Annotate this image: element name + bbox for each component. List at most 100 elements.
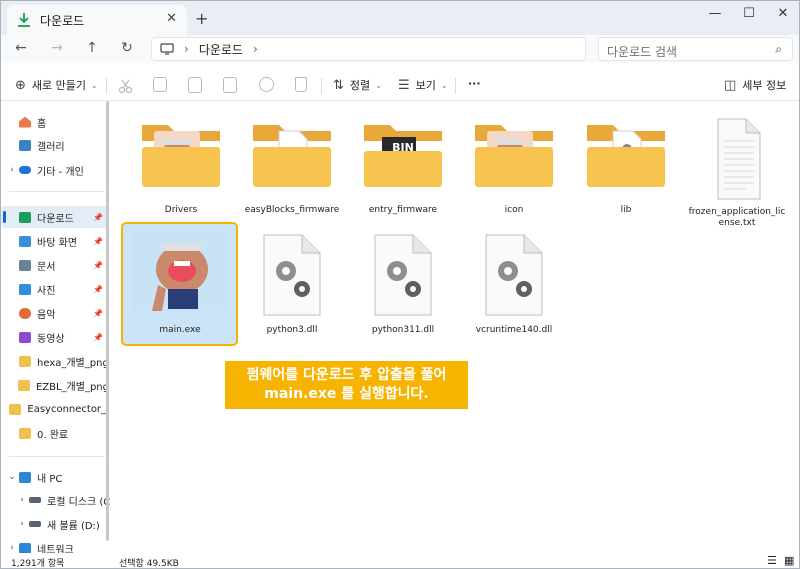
file-item-python311-dll[interactable]: python311.dll (351, 233, 455, 339)
details-view-icon[interactable]: ☰ (767, 554, 777, 567)
sidebar-item-desktop[interactable]: 바탕 화면 📌 (1, 230, 109, 252)
navigation-bar: ← → ↑ ↻ › 다운로드 › 다운로드 검색 ⌕ (1, 35, 799, 63)
breadcrumb-separator[interactable]: › (253, 42, 258, 56)
delete-icon[interactable] (295, 77, 307, 92)
callout-line: main.exe 를 실행합니다. (264, 386, 429, 402)
status-bar: 1,291개 항목 선택함 49.5KB ☰ ▦ (1, 553, 799, 568)
sidebar-scrollbar[interactable] (106, 101, 109, 541)
search-placeholder: 다운로드 검색 (607, 45, 678, 59)
sidebar-item-documents[interactable]: 문서 📌 (1, 254, 109, 276)
close-tab-icon[interactable]: ✕ (166, 11, 177, 26)
chevron-right-icon[interactable]: › (5, 543, 19, 553)
breadcrumb-downloads[interactable]: 다운로드 (199, 41, 243, 58)
folder-icon (475, 125, 553, 187)
sidebar-item-gallery[interactable]: 갤러리 (1, 134, 109, 156)
file-item-icon[interactable]: icon (462, 117, 566, 219)
sidebar-item-videos[interactable]: 동영상 📌 (1, 326, 109, 348)
share-icon[interactable] (259, 77, 274, 92)
sidebar-item-pictures[interactable]: 사진 📌 (1, 278, 109, 300)
sort-label: 정렬 (349, 79, 371, 92)
dll-file-icon (263, 234, 321, 316)
chevron-right-icon[interactable]: › (15, 495, 29, 505)
dll-file-icon (374, 234, 432, 316)
text-file-icon (717, 118, 761, 200)
details-label: 세부 정보 (742, 79, 787, 92)
refresh-button[interactable]: ↻ (117, 38, 137, 58)
sidebar-item-folder[interactable]: 0. 완료 (1, 422, 109, 444)
more-options-button[interactable]: ··· (468, 77, 481, 90)
sidebar-item-label: 홈 (37, 118, 47, 130)
pin-icon: 📌 (93, 212, 103, 222)
sidebar-item-label: 동영상 (37, 333, 65, 345)
music-icon (19, 307, 31, 319)
tiles-view-icon[interactable]: ▦ (784, 554, 794, 567)
sort-icon: ⇅ (333, 77, 344, 93)
file-name: Drivers (164, 205, 198, 215)
back-button[interactable]: ← (11, 38, 31, 58)
sidebar-item-label: 다운로드 (37, 213, 74, 225)
view-icon: ☰ (398, 77, 410, 93)
minimize-button[interactable]: — (701, 6, 729, 21)
sidebar-item-label: 새 볼륨 (D:) (47, 520, 100, 532)
onedrive-icon (19, 166, 31, 174)
folder-icon (142, 125, 220, 187)
file-item-license-txt[interactable]: frozen_application_lic ense.txt (685, 117, 789, 229)
sidebar-item-folder[interactable]: hexa_개별_png (1, 350, 109, 372)
chevron-right-icon[interactable]: › (5, 165, 19, 175)
file-item-main-exe[interactable]: main.exe (128, 229, 232, 339)
navigation-pane: 홈 갤러리 › 기타 - 개인 다운로드 📌 바탕 화면 📌 문서 📌 사진 📌 음악 📌 … (1, 101, 113, 556)
explorer-window: 다운로드 ✕ + — ☐ ✕ ← → ↑ ↻ › 다운로드 › 다운로드 검색 … (0, 0, 800, 569)
tab-downloads[interactable]: 다운로드 ✕ (7, 5, 187, 35)
breadcrumb-separator[interactable]: › (184, 42, 189, 56)
folder-icon (587, 125, 665, 187)
new-tab-button[interactable]: + (195, 9, 208, 28)
new-button[interactable]: ⊕ 새로 만들기 ⌄ (15, 77, 98, 93)
file-item-lib[interactable]: lib (574, 117, 678, 219)
sort-button[interactable]: ⇅ 정렬 ⌄ (333, 77, 382, 93)
search-input[interactable]: 다운로드 검색 ⌕ (598, 37, 793, 61)
sidebar-item-this-pc[interactable]: ⌄ 내 PC (1, 466, 109, 488)
sidebar-item-label: 0. 완료 (37, 429, 69, 441)
plus-circle-icon: ⊕ (15, 77, 26, 93)
sidebar-item-label: 기타 - 개인 (37, 166, 84, 178)
rename-icon[interactable] (223, 77, 237, 93)
chevron-down-icon[interactable]: ⌄ (5, 472, 19, 482)
sidebar-item-new-volume[interactable]: › 새 볼륨 (D:) (11, 513, 119, 535)
disk-icon (29, 497, 41, 503)
address-bar[interactable]: › 다운로드 › (151, 37, 586, 61)
copy-icon[interactable] (153, 77, 167, 92)
folder-icon (19, 355, 31, 367)
forward-button[interactable]: → (47, 38, 67, 58)
sidebar-item-folder[interactable]: Easyconnector_I (1, 398, 109, 420)
sidebar-item-label: 로컬 디스크 (C (47, 496, 111, 508)
details-pane-icon: ◫ (724, 77, 737, 93)
file-item-drivers[interactable]: Drivers (129, 117, 233, 219)
sidebar-item-downloads[interactable]: 다운로드 📌 (1, 206, 109, 228)
sidebar-item-music[interactable]: 음악 📌 (1, 302, 109, 324)
file-item-easyblocks-firmware[interactable]: easyBlocks_firmware (240, 117, 344, 219)
close-window-button[interactable]: ✕ (769, 6, 797, 21)
sidebar-item-local-disk[interactable]: › 로컬 디스크 (C (11, 489, 119, 511)
sidebar-item-home[interactable]: 홈 (1, 111, 109, 133)
file-item-vcruntime140-dll[interactable]: vcruntime140.dll (462, 233, 566, 339)
dll-file-icon (485, 234, 543, 316)
file-item-python3-dll[interactable]: python3.dll (240, 233, 344, 339)
view-button[interactable]: ☰ 보기 ⌄ (398, 77, 448, 93)
details-button[interactable]: ◫ 세부 정보 (724, 77, 786, 93)
cut-icon[interactable] (117, 77, 135, 95)
divider (321, 78, 322, 94)
sidebar-item-onedrive[interactable]: › 기타 - 개인 (1, 159, 109, 181)
sidebar-item-label: EZBL_개별_png (35, 381, 109, 393)
up-button[interactable]: ↑ (82, 38, 102, 58)
pin-icon: 📌 (93, 308, 103, 318)
chevron-right-icon[interactable]: › (15, 519, 29, 529)
file-item-entry-firmware[interactable]: BIN entry_firmware (351, 117, 455, 219)
file-name-line: frozen_application_lic (688, 207, 786, 217)
file-name: vcruntime140.dll (475, 325, 553, 335)
paste-icon[interactable] (188, 77, 202, 93)
folder-icon (19, 427, 31, 439)
sidebar-item-label: 문서 (37, 261, 56, 273)
folder-icon (9, 403, 22, 415)
maximize-button[interactable]: ☐ (735, 6, 763, 21)
sidebar-item-folder[interactable]: EZBL_개별_png (1, 374, 109, 396)
